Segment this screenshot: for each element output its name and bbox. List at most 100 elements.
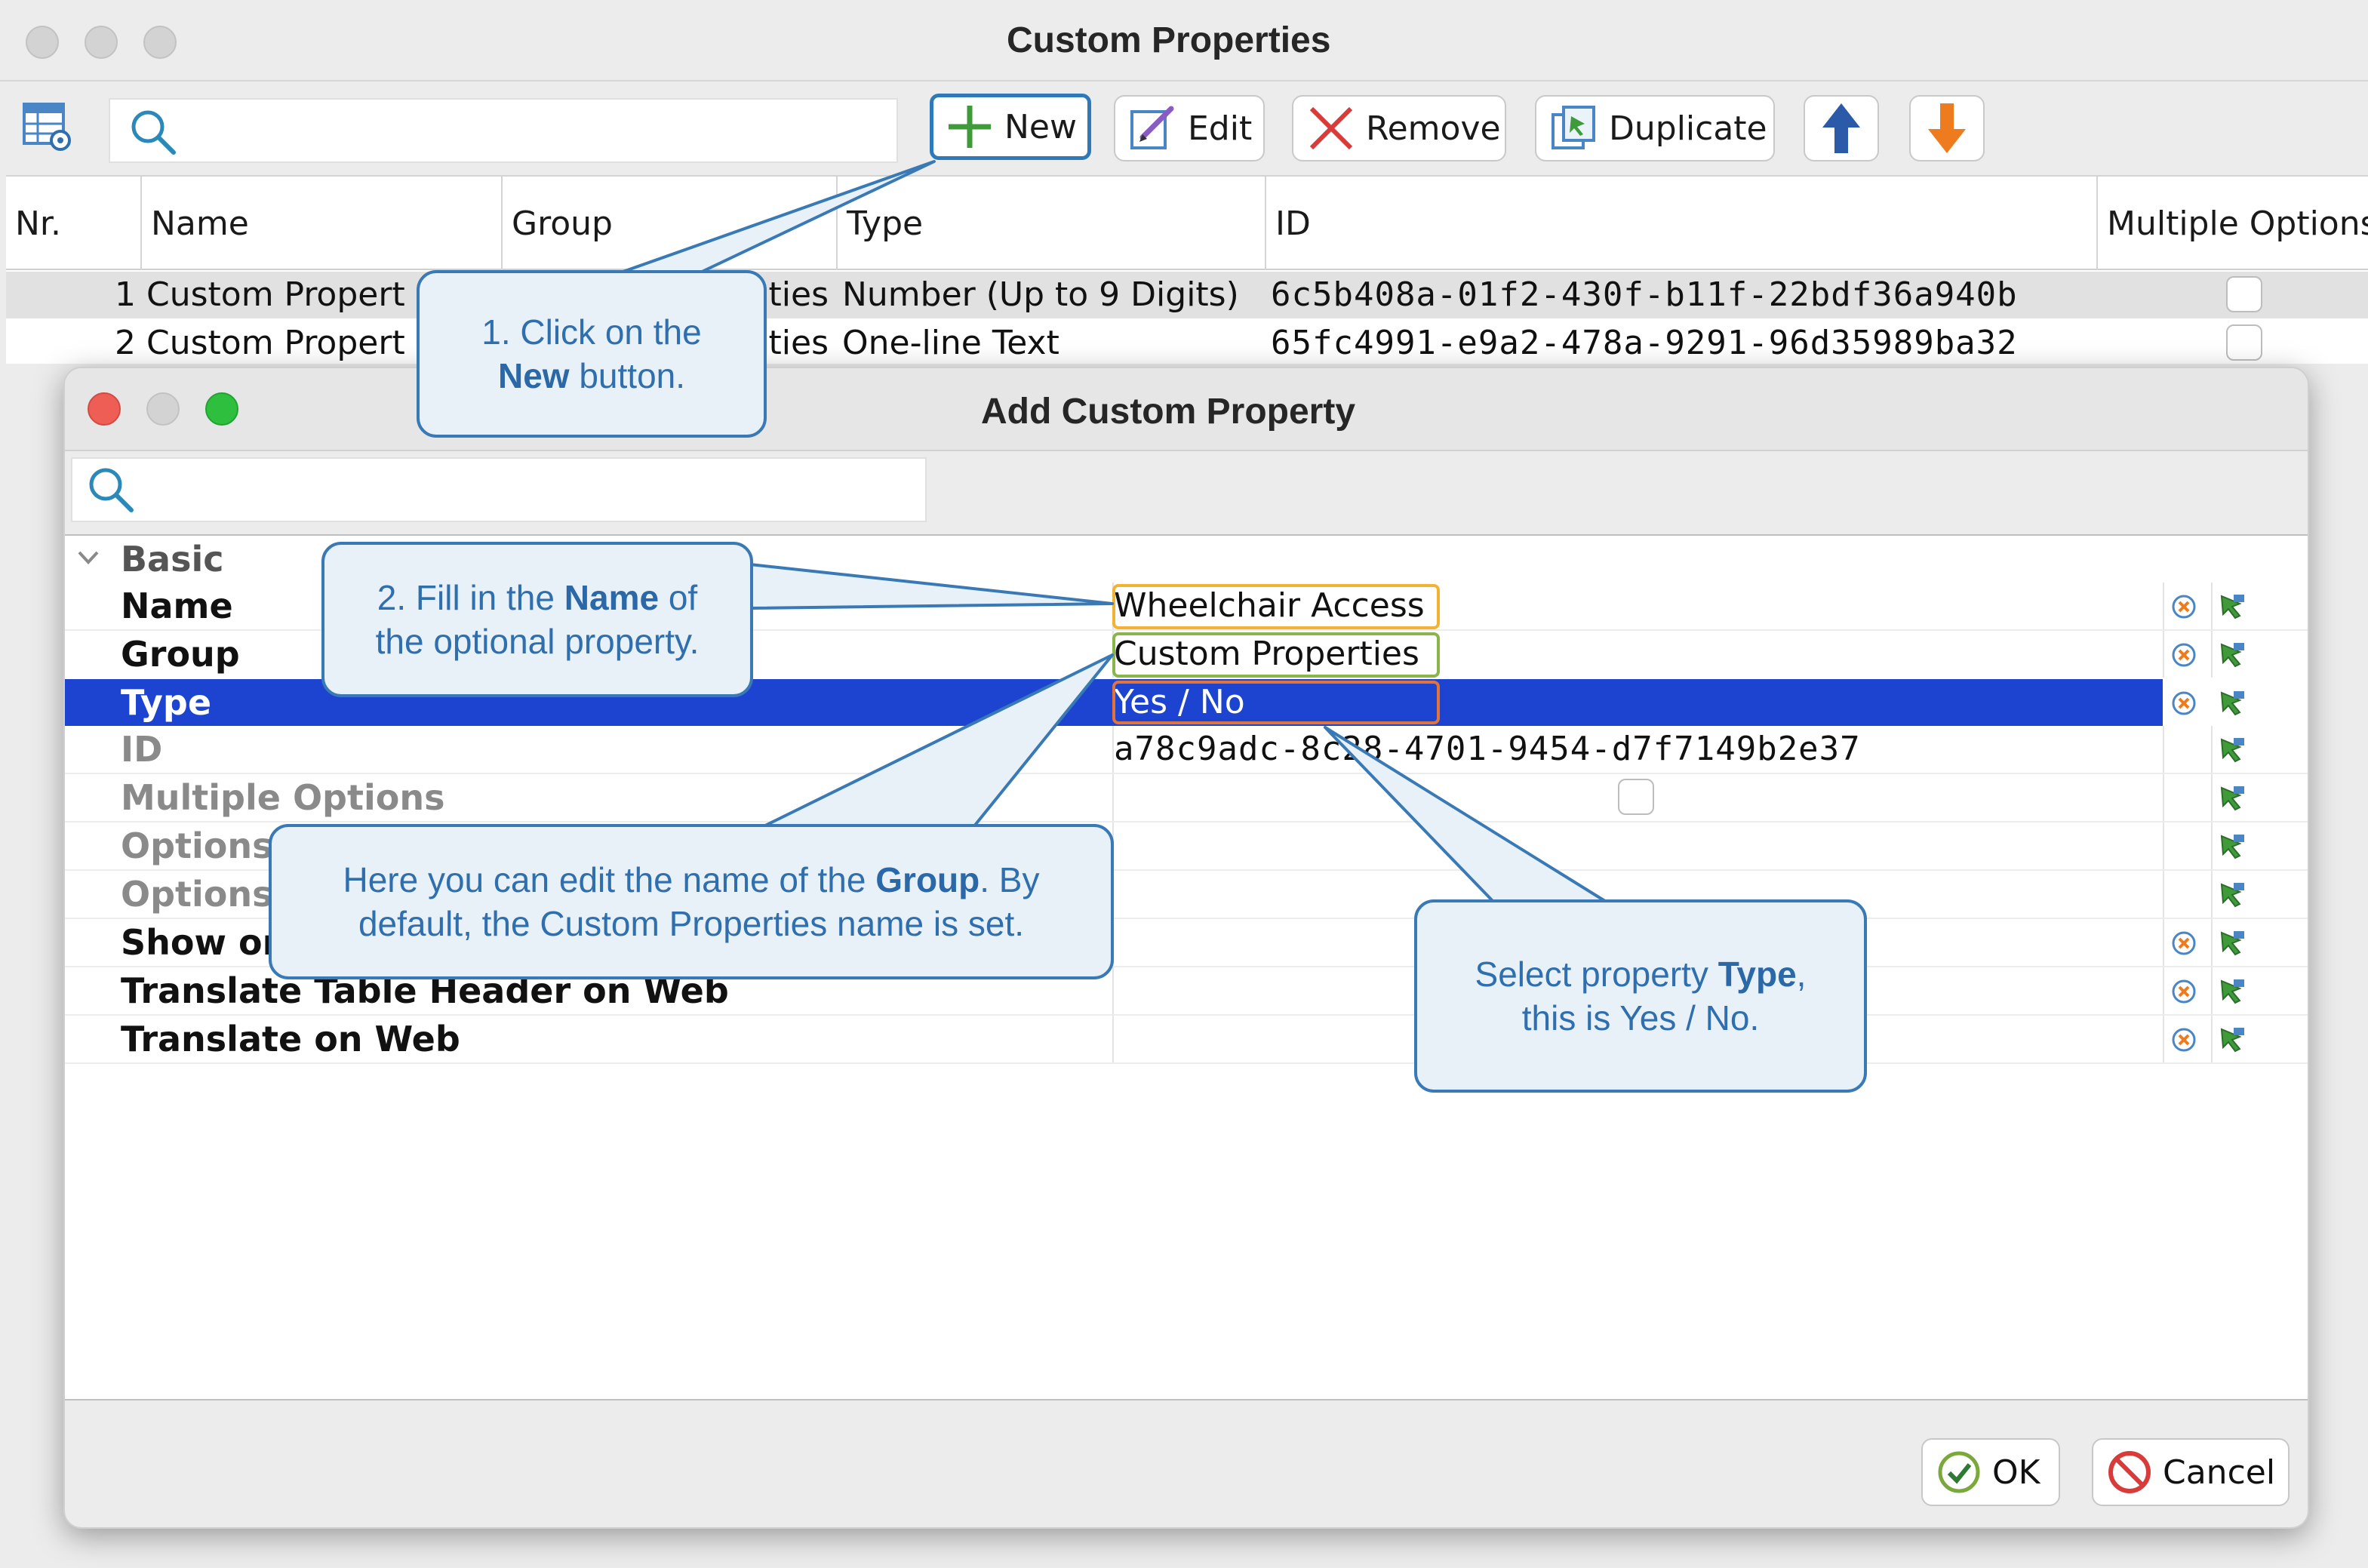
apply-cursor-icon[interactable] (2217, 736, 2247, 764)
zoom-window-button[interactable] (143, 26, 177, 59)
row-id: 6c5b408a-01f2-430f-b11f-22bdf36a940b (1271, 275, 2018, 314)
search-icon (89, 468, 134, 512)
dialog-minimize-button[interactable] (146, 392, 180, 426)
dialog-close-button[interactable] (88, 392, 121, 426)
arrow-down-icon (1928, 103, 1966, 153)
column-header-name[interactable]: Name (142, 177, 503, 270)
apply-cursor-icon[interactable] (2217, 690, 2247, 717)
callout-text: Select property (1475, 955, 1718, 994)
edit-icon (1130, 106, 1174, 149)
dialog-zoom-button[interactable] (205, 392, 238, 426)
property-row-multiple-options[interactable]: Multiple Options (65, 774, 2308, 821)
table-row[interactable]: 1 Custom Propert ties Number (Up to 9 Di… (6, 272, 2368, 318)
multiple-options-checkbox[interactable] (1618, 779, 1654, 815)
property-label: Options (121, 874, 273, 915)
move-down-button[interactable] (1909, 95, 1985, 161)
arrow-up-icon (1822, 103, 1860, 153)
property-label: Group (121, 634, 240, 675)
column-header-id[interactable]: ID (1266, 177, 2098, 270)
reset-icon[interactable] (2170, 690, 2200, 717)
move-up-button[interactable] (1804, 95, 1879, 161)
callout-text: button. (569, 356, 686, 395)
remove-button[interactable]: Remove (1292, 95, 1506, 161)
callout-emphasis: New (497, 356, 570, 395)
callout-step-2: 2. Fill in the Name of the optional prop… (321, 542, 753, 697)
row-multiple-options-checkbox[interactable] (2226, 276, 2262, 312)
property-label: Show or (121, 922, 280, 963)
table-settings-icon[interactable] (23, 103, 72, 152)
close-window-button[interactable] (26, 26, 59, 59)
chevron-down-icon[interactable] (77, 549, 100, 566)
column-header-nr[interactable]: Nr. (6, 177, 142, 270)
callout-text: Here you can edit the name of the (343, 860, 876, 899)
id-value-field: a78c9adc-8c28-4701-9454-d7f7149b2e37 (1114, 730, 1861, 768)
dialog-title: Add Custom Property (981, 392, 1356, 432)
apply-cursor-icon[interactable] (2217, 881, 2247, 909)
callout-type: Select property Type, this is Yes / No. (1414, 899, 1867, 1093)
group-highlight (1112, 632, 1440, 678)
callout-text: 1. Click on the (481, 312, 702, 352)
remove-button-label: Remove (1366, 109, 1501, 148)
reset-icon[interactable] (2170, 593, 2200, 620)
row-multiple-options-checkbox[interactable] (2226, 324, 2262, 361)
ok-button[interactable]: OK (1921, 1438, 2060, 1506)
dialog-search-input[interactable] (151, 465, 906, 515)
duplicate-button-label: Duplicate (1609, 109, 1767, 148)
callout-text: , (1796, 955, 1807, 994)
row-id: 65fc4991-e9a2-478a-9291-96d35989ba32 (1271, 324, 2018, 362)
edit-button[interactable]: Edit (1114, 95, 1265, 161)
callout-emphasis: Name (564, 578, 660, 617)
ok-button-label: OK (1992, 1453, 2040, 1492)
plus-icon (949, 106, 991, 148)
property-row-translate-on-web[interactable]: Translate on Web (65, 1016, 2308, 1062)
check-circle-icon (1938, 1451, 1980, 1493)
duplicate-button[interactable]: Duplicate (1535, 95, 1775, 161)
row-type: One-line Text (842, 324, 1059, 362)
apply-cursor-icon[interactable] (2217, 978, 2247, 1005)
callout-text: this is Yes / No. (1521, 998, 1760, 1038)
main-search-input[interactable] (193, 106, 872, 155)
dialog-search-field[interactable] (71, 457, 927, 522)
apply-cursor-icon[interactable] (2217, 641, 2247, 669)
callout-step-1: 1. Click on the New button. (417, 270, 767, 438)
row-nr: 2 (115, 324, 136, 362)
column-header-multiple-options[interactable]: Multiple Options (2098, 177, 2368, 270)
callout-text: 2. Fill in the (377, 578, 564, 617)
toolbar: New Edit Remove Duplicate (0, 83, 2368, 172)
apply-cursor-icon[interactable] (2217, 1026, 2247, 1053)
callout-text: of (659, 578, 698, 617)
main-search-field[interactable] (109, 98, 898, 163)
row-nr: 1 (115, 275, 136, 314)
property-label: Translate on Web (121, 1019, 460, 1059)
duplicate-icon (1552, 106, 1595, 149)
apply-cursor-icon[interactable] (2217, 593, 2247, 620)
cancel-button[interactable]: Cancel (2092, 1438, 2290, 1506)
main-window-title: Custom Properties (1007, 20, 1331, 60)
edit-button-label: Edit (1188, 109, 1253, 148)
new-button-label: New (1004, 107, 1077, 146)
cancel-icon (2108, 1451, 2151, 1493)
apply-cursor-icon[interactable] (2217, 930, 2247, 957)
row-type: Number (Up to 9 Digits) (842, 275, 1239, 314)
table-row[interactable]: 2 Custom Propert ties One-line Text 65fc… (6, 320, 2368, 367)
property-label: Options (121, 826, 273, 866)
callout-text: default, the Custom Properties name is s… (358, 904, 1025, 943)
column-header-type[interactable]: Type (838, 177, 1266, 270)
cancel-button-label: Cancel (2163, 1453, 2276, 1492)
callout-emphasis: Group (875, 860, 980, 899)
custom-properties-table: Nr. Name Group Type ID Multiple Options … (6, 175, 2368, 364)
property-row-id[interactable]: ID a78c9adc-8c28-4701-9454-d7f7149b2e37 (65, 726, 2308, 773)
reset-icon[interactable] (2170, 930, 2200, 957)
apply-cursor-icon[interactable] (2217, 785, 2247, 812)
reset-icon[interactable] (2170, 1026, 2200, 1053)
apply-cursor-icon[interactable] (2217, 833, 2247, 860)
column-header-group[interactable]: Group (503, 177, 838, 270)
reset-icon[interactable] (2170, 978, 2200, 1005)
new-button[interactable]: New (930, 94, 1091, 160)
property-label: Name (121, 586, 233, 626)
minimize-window-button[interactable] (85, 26, 118, 59)
callout-text: . By (979, 860, 1040, 899)
reset-icon[interactable] (2170, 641, 2200, 669)
type-highlight (1112, 681, 1440, 724)
group-label: Basic (121, 539, 224, 580)
